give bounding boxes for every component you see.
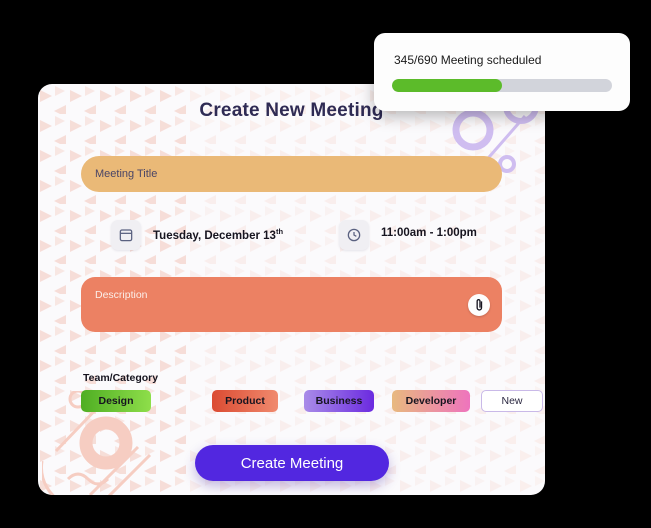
tag-product[interactable]: Product xyxy=(212,390,278,412)
app-stage: Create New Meeting Meeting Title Tuesday… xyxy=(0,0,651,528)
tag-new[interactable]: New xyxy=(481,390,543,412)
tag-business[interactable]: Business xyxy=(304,390,374,412)
tag-design[interactable]: Design xyxy=(81,390,151,412)
meeting-title-input[interactable]: Meeting Title xyxy=(81,156,502,192)
toast-notification: 345/690 Meeting scheduled xyxy=(374,33,630,111)
date-time-row: Tuesday, December 13th 11:00am - 1:00pm xyxy=(81,220,502,254)
clock-icon[interactable] xyxy=(339,220,369,250)
meeting-title-placeholder: Meeting Title xyxy=(95,168,158,180)
tag-developer[interactable]: Developer xyxy=(392,390,470,412)
progress-bar-fill xyxy=(392,79,502,92)
team-category-tag-row: Design Product Business Developer New xyxy=(81,390,543,414)
meeting-time-value[interactable]: 11:00am - 1:00pm xyxy=(381,227,477,239)
meeting-date-main: Tuesday, December 13 xyxy=(153,229,276,242)
meeting-date-value[interactable]: Tuesday, December 13th xyxy=(153,227,283,242)
paperclip-icon[interactable] xyxy=(468,293,490,316)
team-category-label: Team/Category xyxy=(83,372,159,384)
calendar-icon[interactable] xyxy=(111,220,141,250)
toast-message: 345/690 Meeting scheduled xyxy=(394,53,542,67)
description-placeholder: Description xyxy=(95,289,148,301)
progress-bar xyxy=(392,79,612,92)
description-input[interactable]: Description xyxy=(81,277,502,332)
create-meeting-button[interactable]: Create Meeting xyxy=(195,445,389,481)
create-meeting-card: Create New Meeting Meeting Title Tuesday… xyxy=(38,84,545,495)
meeting-date-suffix: th xyxy=(275,227,284,236)
